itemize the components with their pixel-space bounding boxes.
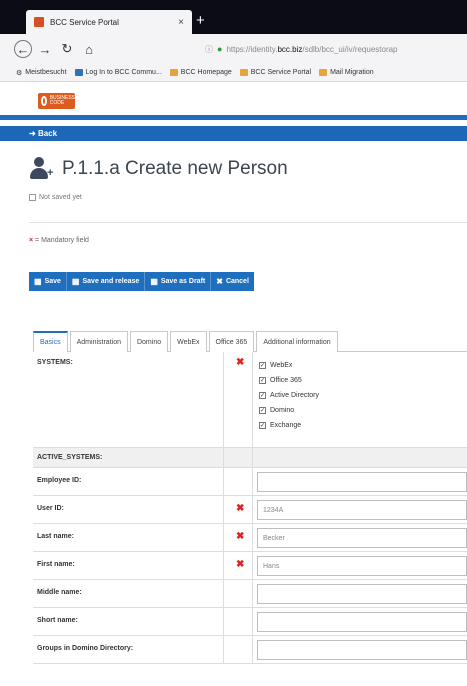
checkbox-webex[interactable]: ✓ WebEx [259,358,319,373]
required-icon: ✖ [236,559,245,570]
portal-favicon-icon [34,17,44,27]
save-and-release-button[interactable]: ▦ Save and release [66,272,146,291]
url-host: bcc.biz [277,44,303,54]
add-user-icon: + [29,157,55,181]
home-icon[interactable]: ⌂ [80,40,98,58]
checkbox-checked-icon: ✓ [259,392,266,399]
required-icon: ✖ [236,357,245,368]
groups-input[interactable] [257,640,467,660]
forward-arrow-icon[interactable]: → [36,40,54,58]
bookmarks-bar: ⚙ Meistbesucht Log In to BCC Commu... BCC… [0,64,467,82]
bookmark-icon [319,69,328,76]
bookmark-bcc-community[interactable]: Log In to BCC Commu... [74,69,162,76]
tab-webex[interactable]: WebEx [170,331,207,352]
form-tabs: Basics Administration Domino WebEx Offic… [33,331,467,352]
logo-text: BUSINESS CODE [49,95,75,106]
checkbox-domino[interactable]: ✓ Domino [259,403,319,418]
tab-basics[interactable]: Basics [33,331,68,352]
back-button[interactable]: ➜ Back [29,129,57,138]
systems-label: SYSTEMS: [37,359,73,366]
divider [29,222,467,223]
active-systems-label: ACTIVE_SYSTEMS: [37,454,103,461]
first-name-input[interactable]: Hans [257,556,467,576]
form-row-active-systems: ACTIVE_SYSTEMS: [33,448,467,468]
employee-id-input[interactable] [257,472,467,492]
close-icon: ✖ [216,277,223,286]
last-name-input[interactable]: Becker [257,528,467,548]
lock-icon: ● [217,44,223,54]
employee-id-label: Employee ID: [37,477,82,484]
mandatory-legend: × = Mandatory field [29,237,89,244]
reload-icon[interactable]: ↻ [58,40,76,58]
save-button[interactable]: ▦ Save [29,272,67,291]
middle-name-label: Middle name: [37,589,82,596]
form-row-short-name: Short name: [33,608,467,636]
checkbox-exchange[interactable]: ✓ Exchange [259,418,319,433]
close-tab-icon[interactable]: × [178,17,184,28]
browser-tab[interactable]: BCC Service Portal × [26,10,192,34]
required-icon: ✖ [236,503,245,514]
unsaved-icon [29,194,36,201]
cancel-button[interactable]: ✖ Cancel [211,272,254,291]
form-row-employee-id: Employee ID: [33,468,467,496]
first-name-label: First name: [37,561,75,568]
form-row-first-name: First name: ✖ Hans [33,552,467,580]
page-title: P.1.1.a Create new Person [62,158,288,179]
info-icon[interactable]: ⓘ [205,44,213,55]
floppy-icon: ▦ [34,277,42,286]
back-arrow-icon[interactable]: ← [14,40,32,58]
required-icon: ✖ [236,531,245,542]
checkbox-checked-icon: ✓ [259,422,266,429]
form-row-groups: Groups in Domino Directory: [33,636,467,664]
form-row-last-name: Last name: ✖ Becker [33,524,467,552]
tab-domino[interactable]: Domino [129,331,169,352]
bookmark-icon [169,69,178,76]
bookmark-bcc-homepage[interactable]: BCC Homepage [169,69,232,76]
address-bar[interactable]: ⓘ ● https://identity. bcc.biz/sdlb/bcc_ui… [205,38,467,60]
user-id-label: User ID: [37,505,64,512]
page-title-row: + P.1.1.a Create new Person [29,157,288,181]
user-id-input[interactable]: 1234A [257,500,467,520]
systems-checklist: ✓ WebEx ✓ Office 365 ✓ Active Directory ✓ Do… [259,358,319,433]
save-as-draft-button[interactable]: ▦ Save as Draft [145,272,212,291]
groups-label: Groups in Domino Directory: [37,645,134,652]
checkbox-active-directory[interactable]: ✓ Active Directory [259,388,319,403]
browser-tab-title: BCC Service Portal [50,17,119,27]
floppy-icon: ▦ [71,277,80,286]
person-form: SYSTEMS: ✖ ✓ WebEx ✓ Office 365 ✓ Active Di… [33,352,467,664]
checkbox-office-365[interactable]: ✓ Office 365 [259,373,319,388]
checkbox-checked-icon: ✓ [259,362,266,369]
bookmark-icon [74,69,83,76]
tab-office-365[interactable]: Office 365 [208,331,255,352]
bookmark-icon [239,69,248,76]
browser-tab-bar: BCC Service Portal × + [0,0,467,34]
back-bar: ➜ Back [0,126,467,141]
bookmark-mail-migration[interactable]: Mail Migration [319,69,374,76]
short-name-input[interactable] [257,612,467,632]
checkbox-checked-icon: ✓ [259,377,266,384]
form-row-middle-name: Middle name: [33,580,467,608]
company-logo[interactable]: BUSINESS CODE [38,93,75,109]
form-row-systems: SYSTEMS: ✖ ✓ WebEx ✓ Office 365 ✓ Active Di… [33,352,467,448]
back-arrow-icon: ➜ [29,129,38,138]
new-tab-icon[interactable]: + [196,12,205,29]
url-prefix: https://identity. [226,44,278,54]
middle-name-input[interactable] [257,584,467,604]
tab-additional-information[interactable]: Additional information [256,331,338,352]
url-path: /sdlb/bcc_ui/iv/requestorap [302,44,398,54]
bookmark-bcc-service-portal[interactable]: BCC Service Portal [239,69,311,76]
short-name-label: Short name: [37,617,78,624]
tab-administration[interactable]: Administration [69,331,128,352]
gear-icon: ⚙ [16,69,23,77]
bookmark-most-visited[interactable]: ⚙ Meistbesucht [16,69,67,77]
saved-status: Not saved yet [29,194,82,201]
action-toolbar: ▦ Save ▦ Save and release ▦ Save as Draft ✖… [29,272,254,291]
required-icon: × [29,237,34,244]
last-name-label: Last name: [37,533,74,540]
header-divider [0,115,467,120]
logo-ring-icon [41,96,47,106]
floppy-icon: ▦ [150,277,158,286]
form-row-user-id: User ID: ✖ 1234A [33,496,467,524]
checkbox-checked-icon: ✓ [259,407,266,414]
